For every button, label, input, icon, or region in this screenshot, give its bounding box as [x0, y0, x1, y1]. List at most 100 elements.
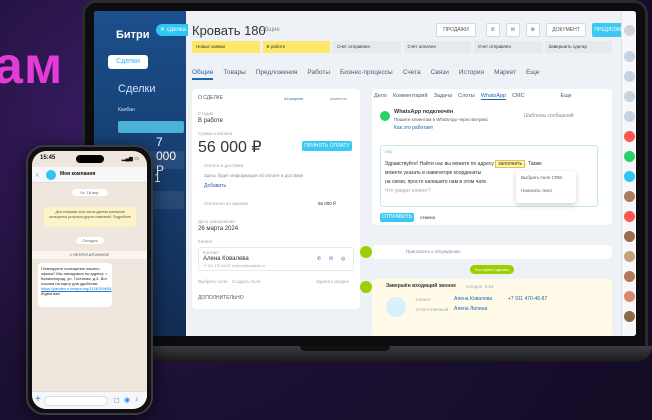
- paid-label: Оплачено из заказов: [204, 201, 248, 206]
- tab-invoices[interactable]: Счета: [403, 69, 421, 80]
- close-icon: ✕: [160, 27, 166, 33]
- chat-name[interactable]: Моя компания: [60, 171, 95, 177]
- contact-phone[interactable]: +7 911 470-46-87, lhalena@lalalalala.ru: [203, 264, 265, 268]
- tab-more[interactable]: Еще: [526, 69, 539, 80]
- message-bubble[interactable]: Планируете посещение нашего офиса? Мы на…: [38, 263, 113, 307]
- rail-icon[interactable]: [624, 51, 635, 62]
- phone-icon[interactable]: ✆: [486, 23, 500, 37]
- send-button[interactable]: ОТПРАВИТЬ: [380, 213, 414, 222]
- delete-section-link[interactable]: Удалить раздел: [316, 279, 349, 284]
- stage-item[interactable]: Счет оплачен: [403, 41, 471, 53]
- avatar[interactable]: [624, 231, 635, 242]
- responsible-name[interactable]: Алена Лилина: [454, 306, 487, 312]
- edit-link[interactable]: изменить: [330, 96, 347, 101]
- system-notice[interactable]: Для отправки этих чатов данная компания …: [44, 207, 136, 227]
- tab-products[interactable]: Товары: [223, 69, 245, 80]
- client-name[interactable]: Алена Ковалева: [454, 296, 492, 302]
- contact-block: Контакт Алена Ковалева +7 911 470-46-87,…: [198, 247, 354, 271]
- phone-icon[interactable]: ✆: [317, 256, 321, 262]
- avatar[interactable]: [624, 251, 635, 262]
- avatar[interactable]: [624, 291, 635, 302]
- select-field-link[interactable]: Выбрать поле: [198, 279, 227, 284]
- deal-category[interactable]: Общие: [260, 27, 280, 33]
- deal-panel: ✕ сделка Кровать 180 Общие ПРОДАЖИ ✆ ✉ ⚙…: [156, 11, 636, 336]
- tab-bp[interactable]: Бизнес-процессы: [340, 69, 393, 80]
- tab-comment[interactable]: Комментарий: [393, 93, 428, 100]
- accept-payment-button[interactable]: ПРИНЯТЬ ОПЛАТУ: [302, 141, 352, 151]
- chat-icon[interactable]: ✉: [329, 256, 333, 262]
- call-icon: [386, 297, 406, 317]
- client-label: Клиент: [416, 297, 431, 302]
- client-phone[interactable]: +7 911 470-46-87: [508, 296, 547, 302]
- tab-todo[interactable]: Задача: [434, 93, 452, 100]
- rail-close-icon[interactable]: [624, 25, 635, 36]
- unread-divider: 1 НЕПРОЧИТАННОЕ: [32, 251, 147, 259]
- tab-sms[interactable]: СМС: [512, 93, 524, 100]
- contact-name[interactable]: Алена Ковалева: [203, 256, 249, 262]
- templates-dropdown[interactable]: Шаблоны сообщений: [524, 113, 574, 119]
- stage-item[interactable]: Счет отправлен: [474, 41, 542, 53]
- tab-history[interactable]: История: [459, 69, 484, 80]
- document-button[interactable]: ДОКУМЕНТ: [546, 23, 586, 37]
- tab-slots[interactable]: Слоты: [458, 93, 475, 100]
- close-deal-button[interactable]: ✕ сделка: [156, 24, 188, 36]
- stage-item[interactable]: Счет отправлен: [333, 41, 401, 53]
- dynamic-island: [76, 155, 104, 163]
- add-link[interactable]: Добавить: [204, 183, 226, 189]
- stage-item[interactable]: Завершить сделку: [544, 41, 612, 53]
- ai-scoring-link[interactable]: AI-скоринг: [284, 96, 303, 101]
- todo-pill: Что нужно сделать: [470, 265, 514, 274]
- avatar[interactable]: [624, 271, 635, 282]
- rail-icon[interactable]: [624, 71, 635, 82]
- date-chip: Чт, 18 апр.: [72, 189, 108, 196]
- back-icon[interactable]: ‹: [36, 170, 39, 179]
- plus-icon[interactable]: +: [35, 394, 41, 405]
- comment-icon: [360, 246, 372, 258]
- mail-icon[interactable]: ✉: [506, 23, 520, 37]
- tab-works[interactable]: Работы: [307, 69, 330, 80]
- how-it-works-link[interactable]: Как это работает: [394, 125, 433, 131]
- create-field-link[interactable]: Создать поле: [232, 279, 260, 284]
- mic-icon[interactable]: ♪: [135, 396, 139, 403]
- phone-screen: 15:45 ▂▄▆ ▭ ‹ Моя компания Чт, 18 апр. Д…: [32, 151, 147, 409]
- tab-links[interactable]: Связи: [431, 69, 449, 80]
- rail-icon[interactable]: [624, 211, 635, 222]
- rail-icon[interactable]: [624, 131, 635, 142]
- payment-note: Здесь будет информация об оплате и доста…: [204, 173, 304, 178]
- tab-offers[interactable]: Предложения: [256, 69, 298, 80]
- avatar[interactable]: [624, 311, 635, 322]
- message-input[interactable]: [44, 396, 108, 406]
- stage-item[interactable]: Новые заявки: [192, 41, 260, 53]
- avatar[interactable]: [46, 170, 56, 180]
- whatsapp-icon[interactable]: [624, 151, 635, 162]
- stage-item[interactable]: В работе: [262, 41, 330, 53]
- fill-token[interactable]: заполнить: [495, 160, 526, 168]
- call-date: сегодня, 9:54: [466, 284, 494, 289]
- tab-whatsapp[interactable]: WhatsApp: [480, 93, 507, 100]
- laptop-screen: Битри Сделки Сделки Канбан 7 000 Р 1 ✕ с…: [94, 11, 636, 336]
- deal-tabs: Общие Товары Предложения Работы Бизнес-п…: [192, 69, 539, 80]
- tab-market[interactable]: Маркет: [494, 69, 516, 80]
- popup-item[interactable]: Выбрать поле CRM: [516, 171, 576, 184]
- whatsapp-icon: [380, 111, 390, 121]
- sales-button[interactable]: ПРОДАЖИ: [436, 23, 476, 37]
- sticker-icon[interactable]: ◻: [114, 396, 120, 404]
- crm-kanban-label[interactable]: Канбан: [118, 107, 135, 113]
- rail-icon[interactable]: [624, 91, 635, 102]
- popup-item[interactable]: Написать текст: [516, 184, 576, 197]
- crm-left-button[interactable]: Сделки: [108, 55, 148, 69]
- crm-amount: 1: [154, 171, 161, 185]
- mail-icon[interactable]: ◎: [341, 256, 345, 262]
- responsible-label: Ответственный: [416, 307, 449, 312]
- rail-icon[interactable]: [624, 171, 635, 182]
- gear-icon[interactable]: ⚙: [526, 23, 540, 37]
- avatar[interactable]: [624, 191, 635, 202]
- search-icon[interactable]: [624, 111, 635, 122]
- tab-task[interactable]: Дело: [374, 93, 387, 100]
- invite-bar[interactable]: Пригласить к обсуждению: [372, 245, 612, 259]
- cancel-button[interactable]: отмена: [420, 215, 435, 220]
- tab-more[interactable]: Еще: [561, 93, 572, 100]
- tab-general[interactable]: Общие: [192, 69, 214, 80]
- activity-card: Дело Комментарий Задача Слоты WhatsApp С…: [372, 89, 612, 225]
- camera-icon[interactable]: ◉: [124, 396, 130, 404]
